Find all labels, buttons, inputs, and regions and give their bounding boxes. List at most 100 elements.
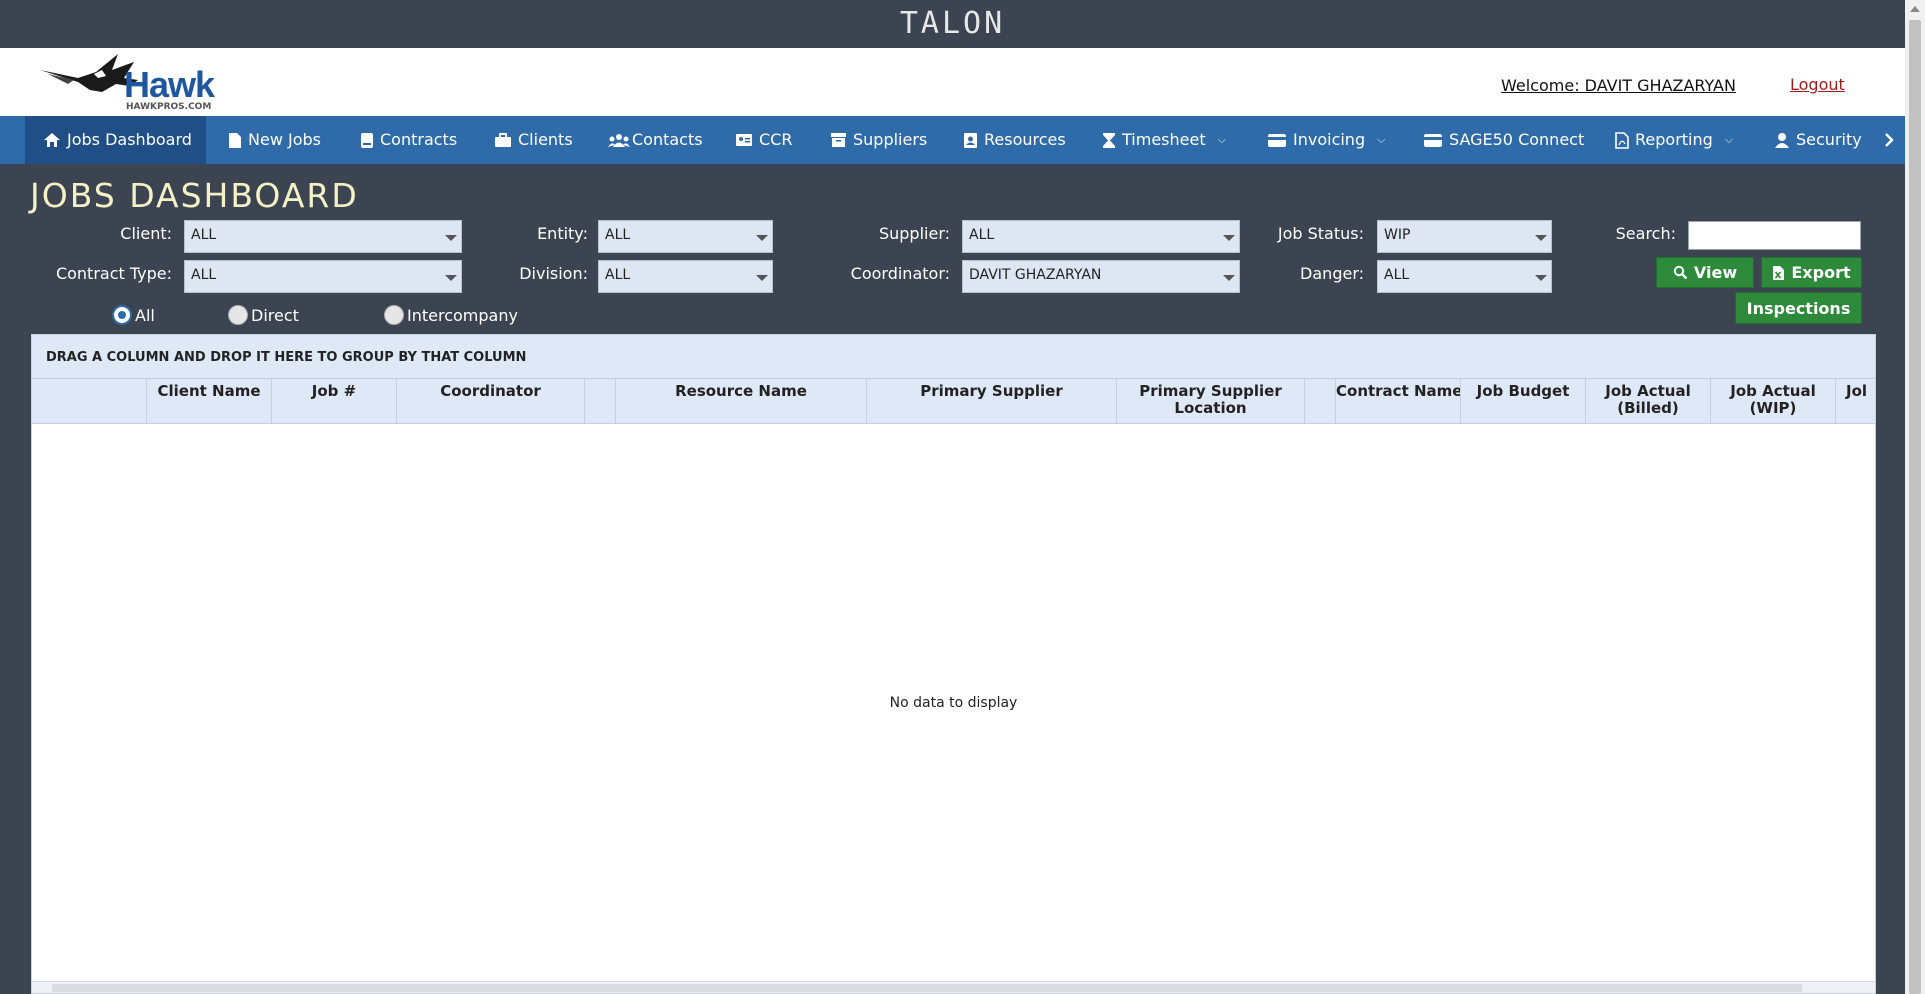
radio-all-label: All [135,305,155,325]
column-header-job-budget[interactable]: Job Budget [1461,379,1586,424]
empty-state-message: No data to display [889,695,1018,711]
danger-value: ALL [1384,267,1410,283]
jobs-grid: DRAG A COLUMN AND DROP IT HERE TO GROUP … [31,334,1876,994]
column-header-coordinator[interactable]: Coordinator [397,379,585,424]
client-value: ALL [191,227,217,243]
radio-all[interactable]: All [112,305,155,325]
division-label: Division: [519,264,588,283]
nav-ccr[interactable]: CCR [735,116,792,164]
radio-direct[interactable]: Direct [228,305,299,325]
column-header[interactable] [32,379,147,424]
column-header-line-2: Location [1174,399,1247,417]
page-scrollbar[interactable] [1905,0,1925,994]
radio-intercompany-label: Intercompany [407,305,518,325]
column-header-client-name[interactable]: Client Name [147,379,272,424]
nav-new-jobs[interactable]: New Jobs [228,116,321,164]
supplier-value: ALL [969,227,995,243]
chevron-down-icon: ⌵ [1724,133,1734,146]
page-title: JOBS DASHBOARD [30,176,359,215]
logo-text: Hawk [124,64,215,105]
archive-icon [831,133,846,147]
nav-reporting[interactable]: Reporting ⌵ [1615,116,1733,164]
nav-label: Jobs Dashboard [67,130,192,149]
scrollbar-thumb[interactable] [1909,20,1921,994]
excel-file-icon [1773,265,1785,280]
job-status-label: Job Status: [1277,224,1364,243]
column-header-line-1: Primary Supplier [1139,382,1282,400]
nav-contracts[interactable]: Contracts [360,116,457,164]
nav-resources[interactable]: Resources [963,116,1066,164]
chevron-down-icon: ⌵ [1217,133,1226,146]
logo-subtext: HAWKPROS.COM [126,102,212,112]
coordinator-value: DAVIT GHAZARYAN [969,267,1102,283]
briefcase-icon [495,132,511,147]
credit-card-icon [1268,133,1286,147]
scrollbar-thumb[interactable] [52,984,1802,992]
book-icon [361,132,373,148]
column-header-line-1: Job Actual [1730,382,1816,400]
nav-label: CCR [759,130,793,149]
nav-contacts[interactable]: Contacts [608,116,703,164]
coordinator-select[interactable]: DAVIT GHAZARYAN [962,260,1240,293]
supplier-select[interactable]: ALL [962,220,1240,253]
chevron-down-icon: ⌵ [1377,133,1386,146]
column-header-truncated[interactable]: Jol [1836,379,1877,424]
main-nav: Jobs Dashboard New Jobs Contracts Client… [0,116,1905,164]
group-by-panel[interactable]: DRAG A COLUMN AND DROP IT HERE TO GROUP … [32,335,1875,379]
contract-type-select[interactable]: ALL [184,260,462,293]
horizontal-scrollbar[interactable] [32,981,1875,993]
column-header-primary-supplier-location[interactable]: Primary Supplier Location [1117,379,1305,424]
radio-intercompany[interactable]: Intercompany [384,305,518,325]
nav-security[interactable]: Security [1774,116,1862,164]
column-header-resource-name[interactable]: Resource Name [616,379,867,424]
search-label: Search: [1615,224,1676,243]
dropdown-arrow-icon [1223,275,1235,281]
radio-button-icon [384,305,404,325]
hawk-logo[interactable]: Hawk HAWKPROS.COM [38,50,218,112]
column-header[interactable] [585,379,616,424]
nav-label: Invoicing [1293,130,1366,149]
logout-link[interactable]: Logout [1790,75,1845,94]
column-header-line-2: (Billed) [1617,399,1679,417]
client-select[interactable]: ALL [184,220,462,253]
column-header-job-actual-billed[interactable]: Job Actual (Billed) [1586,379,1711,424]
radio-button-checked-icon [112,305,132,325]
column-header-job-actual-wip[interactable]: Job Actual (WIP) [1711,379,1836,424]
contract-type-value: ALL [191,267,217,283]
nav-timesheet[interactable]: Timesheet ⌵ [1102,116,1226,164]
scroll-up-arrow-icon[interactable] [1910,6,1920,12]
column-header[interactable] [1305,379,1336,424]
coordinator-label: Coordinator: [850,264,950,283]
dropdown-arrow-icon [1535,275,1547,281]
column-header-line-1: Job Actual [1605,382,1691,400]
column-header-job-number[interactable]: Job # [272,379,397,424]
search-input[interactable] [1688,221,1861,250]
welcome-user-link[interactable]: Welcome: DAVIT GHAZARYAN [1501,76,1736,95]
division-select[interactable]: ALL [598,260,773,293]
job-status-select[interactable]: WIP [1377,220,1552,253]
inspections-button[interactable]: Inspections [1735,292,1862,324]
danger-select[interactable]: ALL [1377,260,1552,293]
nav-label: Security [1796,130,1862,149]
export-button[interactable]: Export [1761,257,1862,288]
dropdown-arrow-icon [1535,235,1547,241]
nav-suppliers[interactable]: Suppliers [830,116,927,164]
grid-header-row: Client Name Job # Coordinator Resource N… [32,379,1875,424]
nav-clients[interactable]: Clients [494,116,573,164]
entity-label: Entity: [537,224,588,243]
nav-label: Contracts [380,130,458,149]
nav-jobs-dashboard[interactable]: Jobs Dashboard [25,116,206,164]
nav-label: Resources [984,130,1066,149]
pdf-file-icon [1615,131,1629,149]
column-header-contract-name[interactable]: Contract Name [1336,379,1461,424]
nav-scroll-right-icon[interactable] [1873,116,1905,164]
entity-select[interactable]: ALL [598,220,773,253]
nav-label: Reporting [1635,130,1713,149]
supplier-label: Supplier: [878,224,950,243]
search-icon [1673,265,1688,280]
nav-sage50-connect[interactable]: SAGE50 Connect [1423,116,1584,164]
nav-invoicing[interactable]: Invoicing ⌵ [1267,116,1385,164]
view-button[interactable]: View [1656,257,1754,288]
column-header-primary-supplier[interactable]: Primary Supplier [867,379,1117,424]
header: Hawk HAWKPROS.COM Welcome: DAVIT GHAZARY… [0,48,1905,116]
